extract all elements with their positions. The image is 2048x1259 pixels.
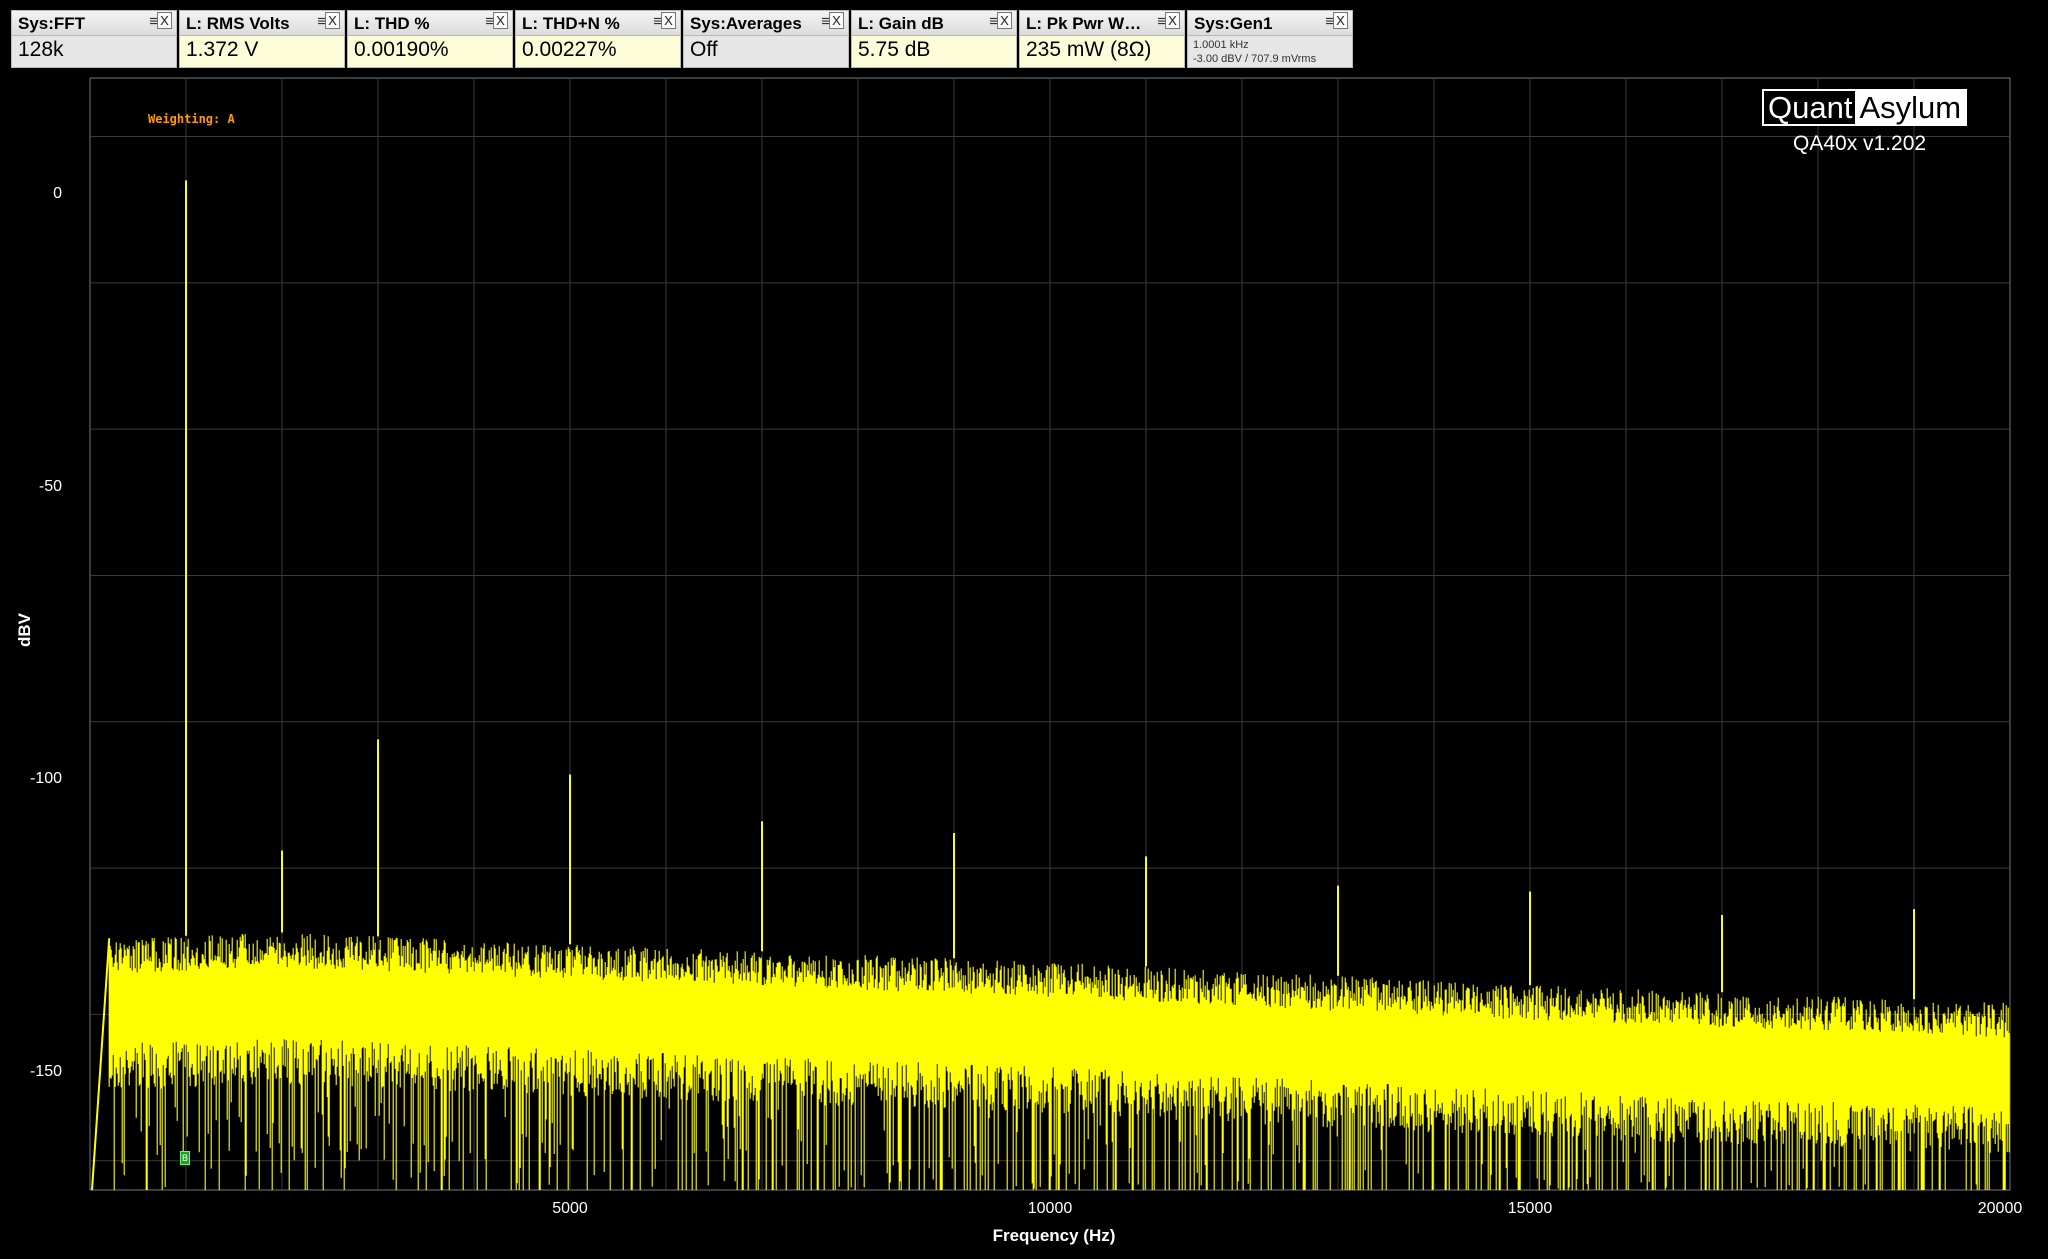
x-tick-label: 10000: [1027, 1200, 1073, 1217]
version-label: QA40x v1.202: [1793, 132, 1927, 155]
x-tick-label: 15000: [1507, 1200, 1553, 1217]
logo-right: Asylum: [1855, 91, 1966, 124]
y-tick-label: -150: [29, 1062, 62, 1080]
x-tick-label: 20000: [1977, 1200, 2023, 1217]
y-tick-label: 0: [53, 185, 62, 203]
weighting-label: Weighting: A: [148, 112, 235, 126]
y-tick-label: -100: [29, 770, 62, 788]
y-axis-label: dBV: [15, 613, 34, 647]
marker-b[interactable]: B: [180, 1151, 190, 1165]
quantasylum-logo: Quant Asylum: [1762, 89, 1968, 126]
y-tick-label: -50: [38, 477, 62, 495]
fft-plot[interactable]: [0, 0, 2048, 1259]
logo-left: Quant: [1764, 91, 1856, 124]
x-tick-label: 5000: [552, 1200, 588, 1217]
x-axis-label: Frequency (Hz): [992, 1226, 1116, 1245]
